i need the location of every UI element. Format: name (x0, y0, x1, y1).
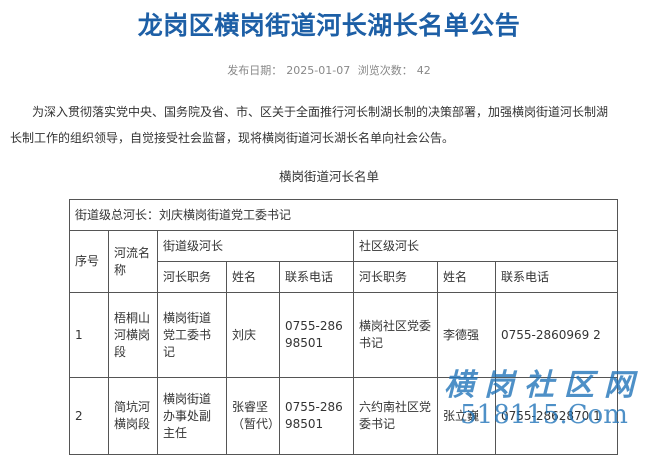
header-comm-name: 姓名 (437, 261, 496, 293)
cell-street-name: 张睿坚（暂代） (226, 377, 280, 455)
cell-comm-phone: 0755-2862870 1 (494, 377, 619, 455)
cell-comm-name: 李德强 (437, 292, 496, 378)
chief-row: 街道级总河长：刘庆横岗街道党工委书记 (68, 199, 619, 231)
intro-line-1: 为深入贯彻落实党中央、国务院及省、市、区关于全面推行河长制湖长制的决策部署，加强… (32, 105, 609, 119)
table-row: 2 简坑河横岗段 横岗街道办事处副主任 张睿坚（暂代） 0755-2869850… (69, 377, 619, 455)
cell-comm-name: 张立巍 (437, 377, 496, 455)
header-street-phone: 联系电话 (279, 261, 354, 293)
intro-line-2: 长制工作的组织领导，自觉接受社会监督，现将横岗街道河长湖长名单向社会公告。 (10, 131, 455, 145)
page-title: 龙岗区横岗街道河长湖长名单公告 (137, 11, 521, 40)
cell-comm-role: 六约南社区党委书记 (353, 377, 438, 455)
table-row: 1 梧桐山河横岗段 横岗街道党工委书记 刘庆 0755-28698501 横岗社… (69, 292, 619, 378)
header-community-group: 社区级河长 (352, 230, 619, 262)
publish-date: 2025-01-07 (286, 64, 351, 77)
cell-comm-phone: 0755-2860969 2 (494, 292, 619, 378)
table-row: 序号 河流名称 街道级河长 社区级河长 (69, 230, 619, 293)
header-street-role: 河长职务 (157, 261, 227, 293)
cell-street-phone: 0755-28698501 (279, 377, 354, 455)
views-label: 浏览次数： (357, 64, 413, 77)
cell-seq: 2 (69, 377, 109, 455)
publish-date-label: 发布日期： (227, 64, 283, 77)
header-comm-phone: 联系电话 (494, 261, 619, 293)
views-count: 42 (416, 64, 431, 77)
table-row: 街道级总河长：刘庆横岗街道党工委书记 (68, 199, 619, 231)
header-comm-role: 河长职务 (353, 261, 438, 293)
cell-street-name: 刘庆 (226, 292, 280, 378)
river-chief-table: 街道级总河长：刘庆横岗街道党工委书记 序号 河流名称 街道级河长 社区级河长 河… (68, 199, 619, 455)
header-river: 河流名称 (108, 230, 158, 293)
header-street-name: 姓名 (226, 261, 280, 293)
intro-paragraph: 为深入贯彻落实党中央、国务院及省、市、区关于全面推行河长制湖长制的决策部署，加强… (10, 99, 646, 151)
table-caption: 横岗街道河长名单 (278, 169, 379, 184)
cell-seq: 1 (69, 292, 109, 378)
cell-river: 简坑河横岗段 (108, 377, 158, 455)
cell-street-role: 横岗街道党工委书记 (157, 292, 227, 378)
cell-street-role: 横岗街道办事处副主任 (157, 377, 227, 455)
cell-street-phone: 0755-28698501 (279, 292, 354, 378)
cell-comm-role: 横岗社区党委书记 (353, 292, 438, 378)
header-seq: 序号 (69, 230, 109, 293)
header-street-group: 街道级河长 (157, 230, 354, 262)
cell-river: 梧桐山河横岗段 (108, 292, 158, 378)
article-meta: 发布日期： 2025-01-07 浏览次数： 42 (0, 62, 658, 78)
